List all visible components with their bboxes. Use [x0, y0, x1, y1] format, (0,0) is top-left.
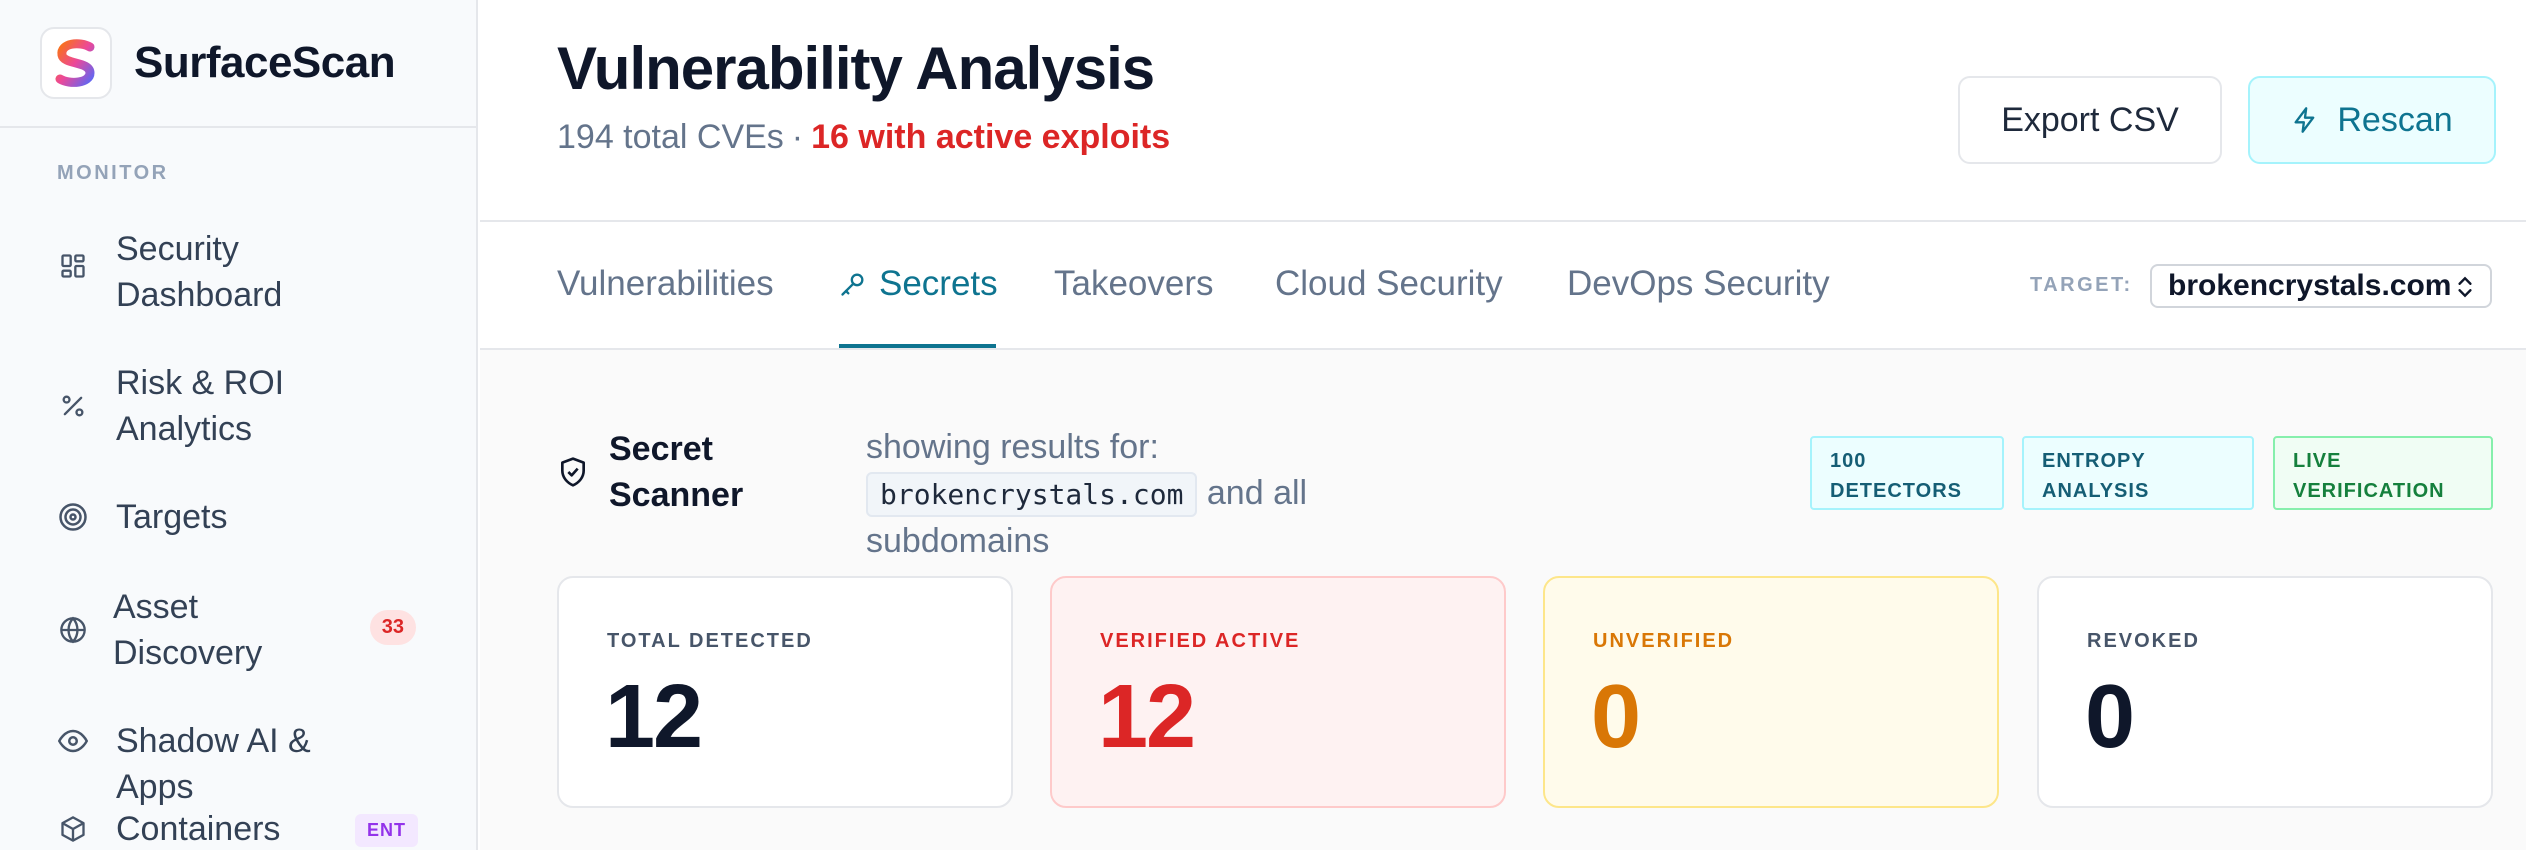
- cve-total: 194 total CVEs: [557, 118, 784, 156]
- stat-card-unverified[interactable]: UNVERIFIED 0: [1543, 576, 1999, 808]
- globe-icon: [58, 615, 88, 645]
- tab-label: Secrets: [879, 264, 998, 303]
- sidebar-item-label: Security Dashboard: [116, 230, 283, 314]
- rescan-button[interactable]: Rescan: [2248, 76, 2496, 164]
- asset-count-badge: 33: [369, 610, 416, 645]
- sidebar-item-label: Shadow AI & Apps: [116, 722, 311, 806]
- scan-desc-prefix: showing results for:: [866, 428, 1159, 466]
- app-name: SurfaceScan: [134, 38, 396, 87]
- stat-card-revoked[interactable]: REVOKED 0: [2037, 576, 2493, 808]
- eye-icon: [58, 726, 88, 756]
- sidebar: SurfaceScan MONITOR Security Dashboard R…: [0, 0, 478, 850]
- sidebar-item-label: Asset Discovery: [113, 588, 263, 672]
- dashboard-grid-icon: [58, 251, 88, 281]
- sidebar-item-asset-discovery[interactable]: Asset Discovery 33: [0, 584, 476, 676]
- active-tab-indicator: [839, 344, 996, 348]
- sidebar-item-containers[interactable]: Containers ENT: [0, 806, 476, 850]
- target-icon: [58, 502, 88, 532]
- stat-label: TOTAL DETECTED: [607, 630, 813, 652]
- sidebar-item-label: Risk & ROI Analytics: [116, 364, 285, 448]
- entropy-chip: ENTROPY ANALYSIS: [2022, 436, 2254, 510]
- scan-description: showing results for: brokencrystals.com …: [866, 424, 1426, 564]
- sidebar-item-risk-roi[interactable]: Risk & ROI Analytics: [0, 360, 476, 452]
- secrets-panel: Secret Scanner showing results for: brok…: [480, 350, 2526, 850]
- brand: SurfaceScan: [0, 0, 476, 128]
- percent-icon: [58, 391, 88, 421]
- sidebar-item-shadow-ai[interactable]: Shadow AI & Apps: [0, 718, 476, 806]
- export-csv-button[interactable]: Export CSV: [1958, 76, 2222, 164]
- scan-domain: brokencrystals.com: [866, 472, 1198, 517]
- app-logo[interactable]: [40, 27, 112, 99]
- detectors-chip: 100 DETECTORS: [1810, 436, 2004, 510]
- rescan-label: Rescan: [2337, 100, 2453, 139]
- active-exploits-count: 16 with active exploits: [811, 118, 1171, 156]
- page-subtitle: 194 total CVEs · 16 with active exploits: [557, 118, 1170, 157]
- stat-card-verified-active[interactable]: VERIFIED ACTIVE 12: [1050, 576, 1506, 808]
- tab-devops-security[interactable]: DevOps Security: [1567, 264, 1830, 304]
- stat-value: 12: [1098, 667, 1196, 767]
- stat-value: 0: [2085, 667, 2135, 767]
- target-value: brokencrystals.com: [2168, 269, 2452, 302]
- tab-bar: Vulnerabilities Secrets Takeovers Cloud …: [480, 222, 2526, 350]
- target-select[interactable]: brokencrystals.com: [2150, 264, 2492, 308]
- subtitle-separator: ·: [791, 118, 804, 156]
- tab-cloud-security[interactable]: Cloud Security: [1275, 264, 1503, 304]
- tab-secrets[interactable]: Secrets: [839, 264, 998, 304]
- scanner-title: Secret Scanner: [609, 430, 744, 514]
- page-header: Vulnerability Analysis 194 total CVEs · 16…: [480, 0, 2526, 222]
- shield-check-icon: [561, 457, 585, 487]
- stat-label: VERIFIED ACTIVE: [1100, 630, 1301, 652]
- stat-label: REVOKED: [2087, 630, 2200, 652]
- cube-icon: [58, 814, 88, 844]
- tab-takeovers[interactable]: Takeovers: [1054, 264, 1214, 304]
- stat-card-total-detected[interactable]: TOTAL DETECTED 12: [557, 576, 1013, 808]
- stat-label: UNVERIFIED: [1593, 630, 1735, 652]
- sidebar-item-security-dashboard[interactable]: Security Dashboard: [0, 226, 476, 314]
- stat-value: 0: [1591, 667, 1641, 767]
- sidebar-item-label: Containers: [116, 810, 281, 848]
- lightning-icon: [2294, 107, 2315, 133]
- enterprise-badge: ENT: [355, 814, 418, 847]
- stat-value: 12: [605, 667, 703, 767]
- tab-vulnerabilities[interactable]: Vulnerabilities: [557, 264, 774, 304]
- chevron-up-down-icon: [2458, 276, 2472, 298]
- key-icon: [841, 273, 864, 296]
- sidebar-item-label: Targets: [116, 498, 228, 536]
- target-label: TARGET:: [2030, 274, 2133, 296]
- live-verification-chip: LIVE VERIFICATION: [2273, 436, 2493, 510]
- sidebar-section-label: MONITOR: [57, 162, 169, 184]
- page-title: Vulnerability Analysis: [557, 35, 1155, 102]
- sidebar-item-targets[interactable]: Targets: [0, 494, 476, 540]
